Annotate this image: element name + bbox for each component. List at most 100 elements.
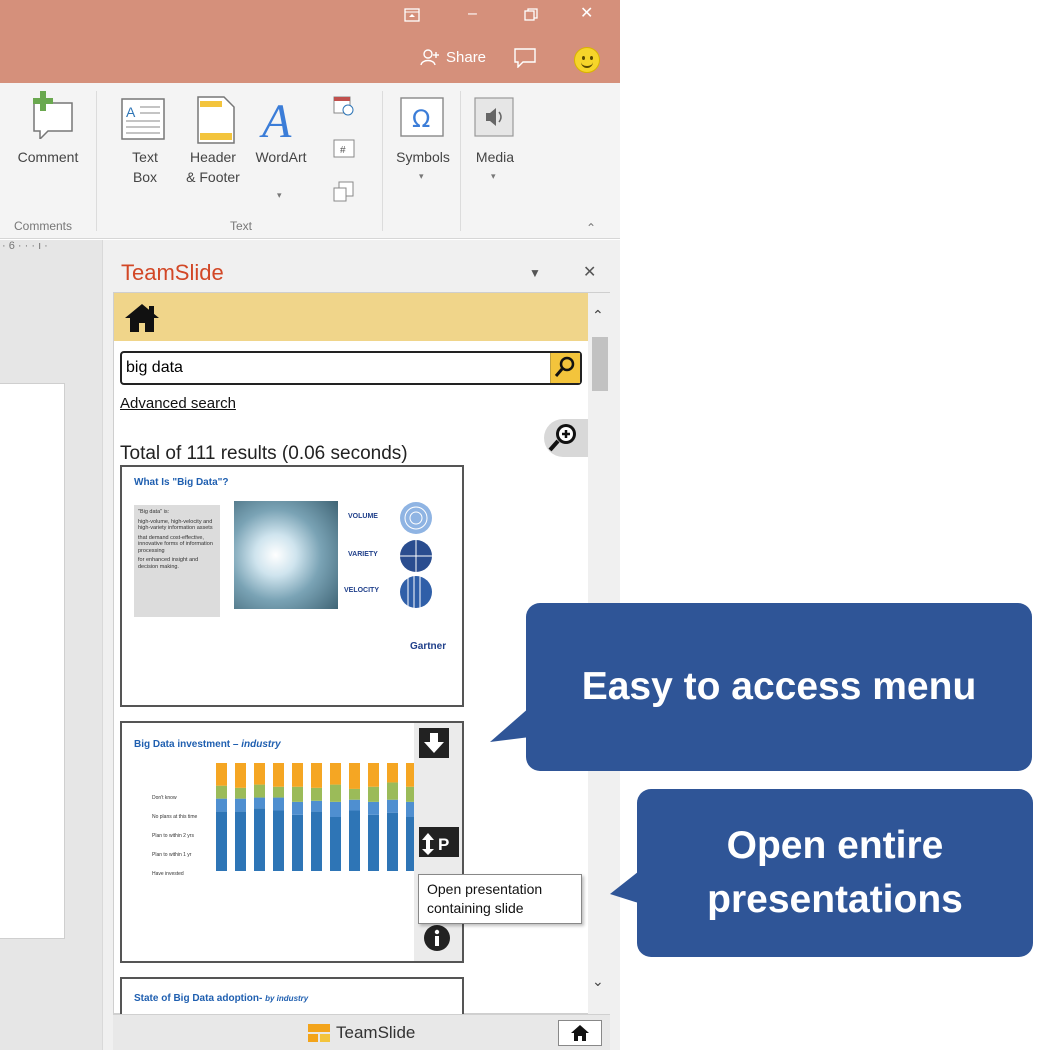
bar-segment (311, 811, 322, 871)
text-box-icon[interactable]: A (120, 97, 166, 146)
share-label: Share (446, 48, 487, 66)
slide-number-icon[interactable]: # (333, 139, 355, 164)
teamslide-logo-icon (308, 1024, 330, 1042)
scroll-up-icon[interactable]: ⌃ (592, 307, 604, 324)
scroll-down-icon[interactable]: ⌄ (592, 973, 604, 990)
svg-text:Ω: Ω (412, 105, 430, 133)
bar-segment (273, 786, 284, 798)
bar-segment (330, 817, 341, 871)
feedback-smiley-icon[interactable] (574, 47, 600, 73)
bar-segment (368, 763, 379, 787)
symbols-button[interactable]: Symbols (390, 147, 456, 167)
svg-text:#: # (340, 145, 346, 156)
comments-group-label: Comments (14, 219, 73, 233)
slide-bullets-box: "Big data" is: high-volume, high-velocit… (134, 505, 220, 617)
velocity-circle-icon (400, 576, 432, 608)
header-footer-button[interactable]: Header & Footer (182, 147, 244, 187)
media-button[interactable]: Media (466, 147, 524, 167)
title-bar: – ✕ Share (0, 0, 620, 83)
bar-segment (330, 763, 341, 785)
media-dropdown-icon[interactable]: ▾ (491, 171, 496, 182)
slide-title-suffix: by industry (265, 994, 309, 1003)
header-label-1: Header (190, 149, 236, 165)
close-icon[interactable]: ✕ (580, 6, 593, 22)
slide-title-suffix: industry (241, 739, 281, 750)
zoom-in-button[interactable] (544, 419, 590, 457)
legend-item: Plan to within 2 yrs (152, 833, 194, 839)
media-icon[interactable] (474, 97, 514, 142)
collapse-ribbon-icon[interactable]: ⌃ (586, 221, 596, 235)
variety-label: VARIETY (348, 551, 378, 558)
thumbnail-menu: P (414, 723, 462, 961)
result-slide-thumbnail[interactable]: Big Data investment – industry Don't kno… (120, 721, 464, 963)
footer-home-button[interactable] (558, 1020, 602, 1046)
slide-info-button[interactable] (424, 925, 450, 951)
bar-segment (216, 798, 227, 812)
bullets-intro: "Big data" is: (138, 509, 170, 515)
symbols-icon[interactable]: Ω (400, 97, 444, 142)
ribbon-separator (382, 91, 383, 231)
restore-icon[interactable] (524, 8, 538, 26)
svg-text:A: A (259, 95, 292, 143)
ribbon-display-options-icon[interactable] (404, 8, 420, 26)
open-presentation-button[interactable]: P (419, 827, 459, 857)
title-dash: – (232, 739, 242, 750)
investment-bar-chart (216, 763, 417, 871)
pane-close-icon[interactable]: ✕ (583, 262, 596, 282)
pane-options-dropdown-icon[interactable]: ▼ (529, 266, 541, 280)
new-comment-icon[interactable] (22, 89, 78, 144)
comments-icon[interactable] (514, 48, 536, 72)
home-bar (114, 293, 588, 341)
text-box-label-1: Text (132, 149, 158, 165)
search-input[interactable] (126, 357, 546, 379)
bar-segment (330, 801, 341, 817)
velocity-label: VELOCITY (344, 587, 380, 594)
svg-text:P: P (438, 835, 449, 854)
callout-text: presentations (707, 878, 963, 921)
advanced-search-link[interactable]: Advanced search (120, 395, 236, 412)
date-time-icon[interactable] (333, 95, 355, 122)
minimize-icon[interactable]: – (468, 6, 477, 22)
result-slide-thumbnail[interactable]: What Is "Big Data"? "Big data" is: high-… (120, 465, 464, 707)
wordart-button[interactable]: WordArt (248, 147, 314, 167)
bar-segment (235, 763, 246, 788)
wordart-icon[interactable]: A (258, 93, 302, 148)
download-slide-button[interactable] (419, 728, 449, 758)
volume-label: VOLUME (348, 513, 378, 520)
brand-label: Gartner (410, 641, 447, 652)
slide-title: What Is "Big Data"? (134, 477, 229, 488)
slide-canvas[interactable] (0, 383, 65, 939)
bar-segment (235, 811, 246, 871)
footer-label: TeamSlide (336, 1023, 416, 1042)
text-box-label-2: Box (132, 169, 158, 185)
scroll-thumb[interactable] (592, 337, 608, 391)
ribbon-separator (96, 91, 97, 231)
text-box-button[interactable]: Text Box (118, 147, 172, 187)
header-footer-icon[interactable] (196, 95, 236, 150)
bar-segment (349, 799, 360, 811)
bar-segment (216, 811, 227, 871)
search-button[interactable] (550, 353, 580, 383)
ribbon: Comment Comments A Text Box Header & Foo… (0, 83, 620, 239)
search-box (120, 351, 582, 385)
share-button[interactable]: Share (420, 48, 486, 66)
bar-segment (387, 763, 398, 783)
slide-title-main: Big Data investment (134, 739, 231, 750)
home-icon (571, 1025, 589, 1041)
comment-button[interactable]: Comment (10, 147, 86, 167)
bar-segment (254, 808, 265, 871)
bar-segment (311, 787, 322, 801)
slide-title-main: State of Big Data adoption- (134, 993, 263, 1004)
bar-segment (254, 784, 265, 798)
callout-open-presentations: Open entire presentations (637, 789, 1033, 957)
variety-circle-icon (400, 540, 432, 572)
wordart-dropdown-icon[interactable]: ▾ (277, 190, 282, 201)
person-icon (420, 49, 439, 66)
object-icon[interactable] (333, 181, 355, 208)
bar-segment (292, 763, 303, 787)
bar-segment (387, 799, 398, 813)
home-icon[interactable] (124, 303, 160, 338)
bullet-item: for enhanced insight and decision making… (138, 557, 199, 570)
legend-item: Plan to within 1 yr (152, 852, 192, 858)
symbols-dropdown-icon[interactable]: ▾ (419, 171, 424, 182)
